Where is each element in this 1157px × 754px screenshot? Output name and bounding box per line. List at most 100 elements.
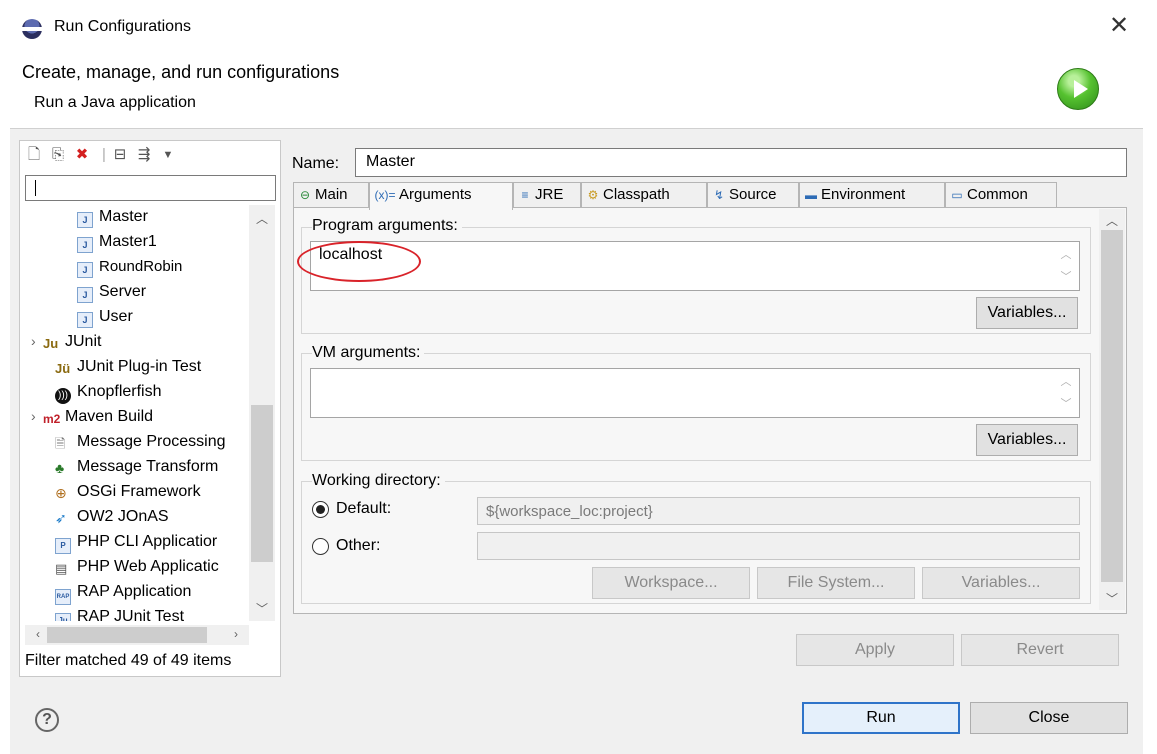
filter-status-text: Filter matched 49 of 49 items xyxy=(25,652,232,669)
tab-source[interactable]: ↯ Source xyxy=(707,182,799,208)
classpath-tab-icon: ⚙ xyxy=(587,188,599,202)
tree-hscroll-thumb[interactable] xyxy=(47,627,207,643)
main-tab-icon: ⊖ xyxy=(299,188,311,202)
knopflerfish-icon: ))) xyxy=(55,388,71,404)
tree-item-rap-application[interactable]: RAP RAP Application xyxy=(55,580,191,605)
jonas-icon: ➶ xyxy=(55,510,67,526)
duplicate-icon[interactable]: ⎘ xyxy=(49,146,67,164)
eclipse-icon xyxy=(22,19,42,39)
default-radio[interactable] xyxy=(312,501,329,518)
tree-item-roundrobin[interactable]: J RoundRobin xyxy=(77,255,182,279)
filter-input[interactable] xyxy=(25,175,276,201)
scroll-down-icon[interactable]: ﹀ xyxy=(251,600,273,617)
java-app-icon: J xyxy=(77,287,93,303)
java-app-icon: J xyxy=(77,262,93,278)
window-title: Run Configurations xyxy=(54,18,191,35)
tree-item-osgi-framework[interactable]: ⊕ OSGi Framework xyxy=(55,480,201,504)
java-app-icon: J xyxy=(77,212,93,228)
jre-tab-icon: ≡ xyxy=(521,188,529,202)
default-label: Default: xyxy=(336,500,392,517)
help-icon[interactable]: ? xyxy=(35,708,59,732)
expand-junit-icon[interactable]: › xyxy=(31,333,36,349)
other-radio[interactable] xyxy=(312,538,329,555)
expand-maven-icon[interactable]: › xyxy=(31,408,36,424)
revert-button[interactable]: Revert xyxy=(961,634,1119,666)
workspace-button[interactable]: Workspace... xyxy=(592,567,750,599)
program-args-scroll-down-icon[interactable]: ﹀ xyxy=(1057,268,1075,284)
tree-item-server[interactable]: J Server xyxy=(77,280,146,304)
vm-variables-button[interactable]: Variables... xyxy=(976,424,1078,456)
maven-icon: m2 xyxy=(43,412,61,426)
tab-jre[interactable]: ≡ JRE xyxy=(513,182,581,208)
name-label: Name: xyxy=(292,155,340,172)
tree-scroll-thumb[interactable] xyxy=(251,405,273,562)
rap-icon: RAP xyxy=(55,589,71,605)
program-args-scroll-up-icon[interactable]: ︿ xyxy=(1057,246,1075,262)
tab-classpath[interactable]: ⚙ Classpath xyxy=(581,182,707,208)
tree-item-master[interactable]: J Master xyxy=(77,205,148,229)
osgi-icon: ⊕ xyxy=(55,485,67,501)
rap-junit-icon: Ju xyxy=(55,613,71,621)
source-tab-icon: ↯ xyxy=(713,188,725,202)
delete-icon[interactable]: ✖ xyxy=(73,146,91,164)
junit-plugin-icon: Jü xyxy=(55,361,71,376)
program-arguments-label: Program arguments: xyxy=(312,217,462,235)
tab-common[interactable]: ▭ Common xyxy=(945,182,1057,208)
scroll-left-icon[interactable]: ‹ xyxy=(27,627,49,641)
tree-item-maven-build[interactable]: m2 Maven Build xyxy=(43,405,153,429)
close-button[interactable]: Close xyxy=(970,702,1128,734)
file-system-button[interactable]: File System... xyxy=(757,567,915,599)
configuration-tree: J Master J Master1 J RoundRobin J Server J Us… xyxy=(25,205,249,621)
tree-item-user[interactable]: J User xyxy=(77,305,133,329)
run-button[interactable]: Run xyxy=(802,702,960,734)
page-subtitle: Run a Java application xyxy=(34,94,196,111)
new-configuration-icon[interactable]: 🗋 xyxy=(25,146,43,164)
php-cli-icon: P xyxy=(55,538,71,554)
run-banner-icon xyxy=(1057,68,1099,110)
php-web-icon: ▤ xyxy=(55,561,68,576)
scroll-right-icon[interactable]: › xyxy=(225,627,247,641)
tree-item-master1[interactable]: J Master1 xyxy=(77,230,157,254)
scroll-up-icon[interactable]: ︿ xyxy=(251,210,273,227)
message-processing-icon: 🗎 xyxy=(55,436,66,451)
tree-item-junit-plugin-test[interactable]: Jü JUnit Plug-in Test xyxy=(55,355,201,379)
tree-item-knopflerfish[interactable]: ))) Knopflerfish xyxy=(55,380,162,404)
tree-item-junit[interactable]: Ju JUnit xyxy=(43,330,101,354)
environment-tab-icon: ▬ xyxy=(805,188,817,202)
tree-item-message-transform[interactable]: ♣ Message Transform xyxy=(55,455,218,479)
tree-item-rap-junit-test[interactable]: Ju RAP JUnit Test xyxy=(55,605,184,621)
other-label: Other: xyxy=(336,537,381,554)
program-variables-button[interactable]: Variables... xyxy=(976,297,1078,329)
close-icon[interactable]: ✕ xyxy=(1109,14,1129,38)
highlight-circle xyxy=(297,241,421,282)
tree-item-ow2-jonas[interactable]: ➶ OW2 JOnAS xyxy=(55,505,169,529)
tab-scroll-down-icon[interactable]: ﹀ xyxy=(1101,590,1123,607)
arguments-tab-icon: (x)= xyxy=(374,188,396,202)
tree-item-php-cli[interactable]: P PHP CLI Applicatior xyxy=(55,530,217,554)
configuration-name-field[interactable]: Master xyxy=(355,148,1127,177)
vm-args-scroll-down-icon[interactable]: ﹀ xyxy=(1057,395,1075,411)
tab-arguments[interactable]: (x)= Arguments xyxy=(369,182,513,210)
apply-button[interactable]: Apply xyxy=(796,634,954,666)
other-directory-field[interactable] xyxy=(477,532,1080,560)
java-app-icon: J xyxy=(77,237,93,253)
tab-scroll-thumb[interactable] xyxy=(1101,230,1123,582)
tree-item-message-processing[interactable]: 🗎 Message Processing xyxy=(55,430,226,454)
text-caret xyxy=(35,180,36,196)
tree-item-php-web[interactable]: ▤ PHP Web Applicatic xyxy=(55,555,219,579)
view-menu-icon[interactable]: ▼ xyxy=(159,146,177,164)
vm-arguments-label: VM arguments: xyxy=(312,344,425,362)
working-directory-label: Working directory: xyxy=(312,472,445,490)
java-app-icon: J xyxy=(77,312,93,328)
page-title: Create, manage, and run configurations xyxy=(22,62,340,82)
tab-scroll-up-icon[interactable]: ︿ xyxy=(1101,212,1123,229)
working-dir-variables-button[interactable]: Variables... xyxy=(922,567,1080,599)
program-arguments-field[interactable]: localhost xyxy=(310,241,1080,291)
collapse-all-icon[interactable]: ⊟ xyxy=(111,146,129,164)
vm-arguments-field[interactable] xyxy=(310,368,1080,418)
filter-icon[interactable]: ⇶ xyxy=(135,146,153,164)
tab-environment[interactable]: ▬ Environment xyxy=(799,182,945,208)
default-directory-field: ${workspace_loc:project} xyxy=(477,497,1080,525)
tab-main[interactable]: ⊖ Main xyxy=(293,182,369,208)
vm-args-scroll-up-icon[interactable]: ︿ xyxy=(1057,373,1075,389)
